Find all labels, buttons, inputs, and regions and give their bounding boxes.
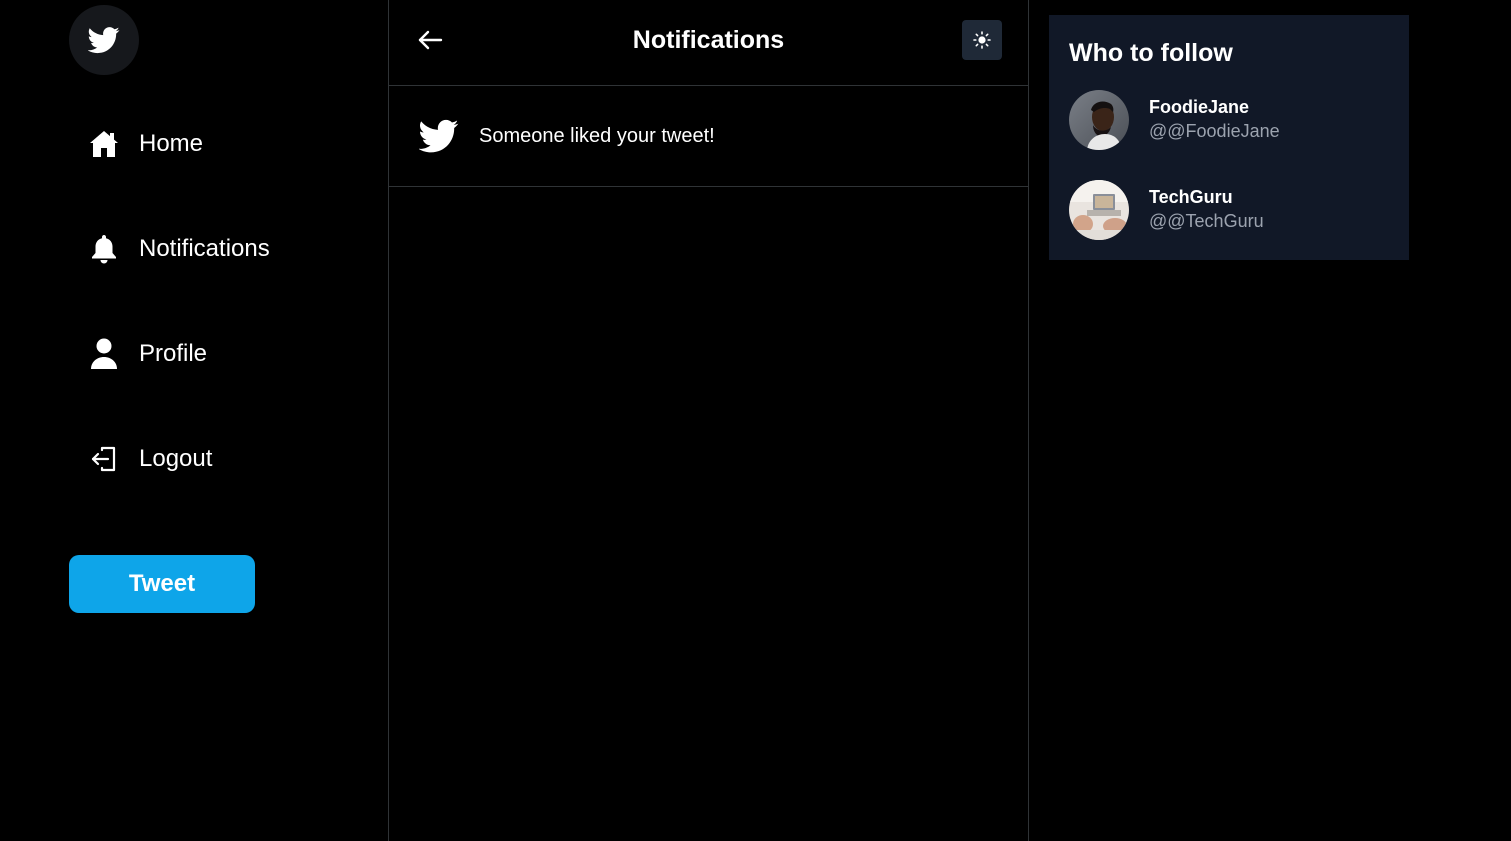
nav-item-logout[interactable]: Logout bbox=[88, 439, 212, 479]
follow-user-handle: @@FoodieJane bbox=[1149, 121, 1280, 141]
app-root: Home Notifications Profile Logout Tweet … bbox=[0, 0, 1511, 841]
nav-label-notifications: Notifications bbox=[139, 235, 270, 262]
page-title: Notifications bbox=[632, 26, 785, 54]
nav-label-home: Home bbox=[139, 130, 204, 157]
logout-icon bbox=[88, 443, 120, 475]
logo-button[interactable] bbox=[69, 5, 139, 75]
who-to-follow-title: Who to follow bbox=[1069, 39, 1233, 67]
follow-user-item[interactable]: FoodieJane @@FoodieJane bbox=[1069, 90, 1389, 150]
theme-toggle-button[interactable] bbox=[962, 20, 1002, 60]
nav-item-profile[interactable]: Profile bbox=[88, 334, 207, 374]
user-icon bbox=[88, 338, 120, 370]
left-sidebar: Home Notifications Profile Logout Tweet bbox=[0, 0, 389, 841]
follow-user-name: FoodieJane bbox=[1149, 97, 1250, 117]
notification-item[interactable]: Someone liked your tweet! bbox=[389, 86, 1028, 187]
twitter-bird-icon bbox=[419, 119, 459, 153]
nav-label-logout: Logout bbox=[139, 445, 213, 472]
who-to-follow-panel: Who to follow FoodieJane @@FoodieJane Te… bbox=[1049, 15, 1409, 260]
nav-item-home[interactable]: Home bbox=[88, 124, 203, 164]
follow-user-handle: @@TechGuru bbox=[1149, 211, 1264, 231]
avatar bbox=[1069, 90, 1129, 150]
notification-text: Someone liked your tweet! bbox=[479, 124, 715, 147]
sun-icon bbox=[973, 31, 991, 49]
home-icon bbox=[88, 128, 120, 160]
nav-label-profile: Profile bbox=[139, 340, 208, 367]
avatar bbox=[1069, 180, 1129, 240]
nav-item-notifications[interactable]: Notifications bbox=[88, 229, 270, 269]
follow-user-item[interactable]: TechGuru @@TechGuru bbox=[1069, 180, 1389, 240]
follow-user-name: TechGuru bbox=[1149, 187, 1233, 207]
tweet-button[interactable]: Tweet bbox=[69, 555, 255, 613]
bell-icon bbox=[88, 233, 120, 265]
main-column: Notifications Someone liked your tweet! bbox=[389, 0, 1029, 841]
twitter-bird-icon bbox=[88, 27, 120, 54]
main-header: Notifications bbox=[389, 0, 1028, 86]
